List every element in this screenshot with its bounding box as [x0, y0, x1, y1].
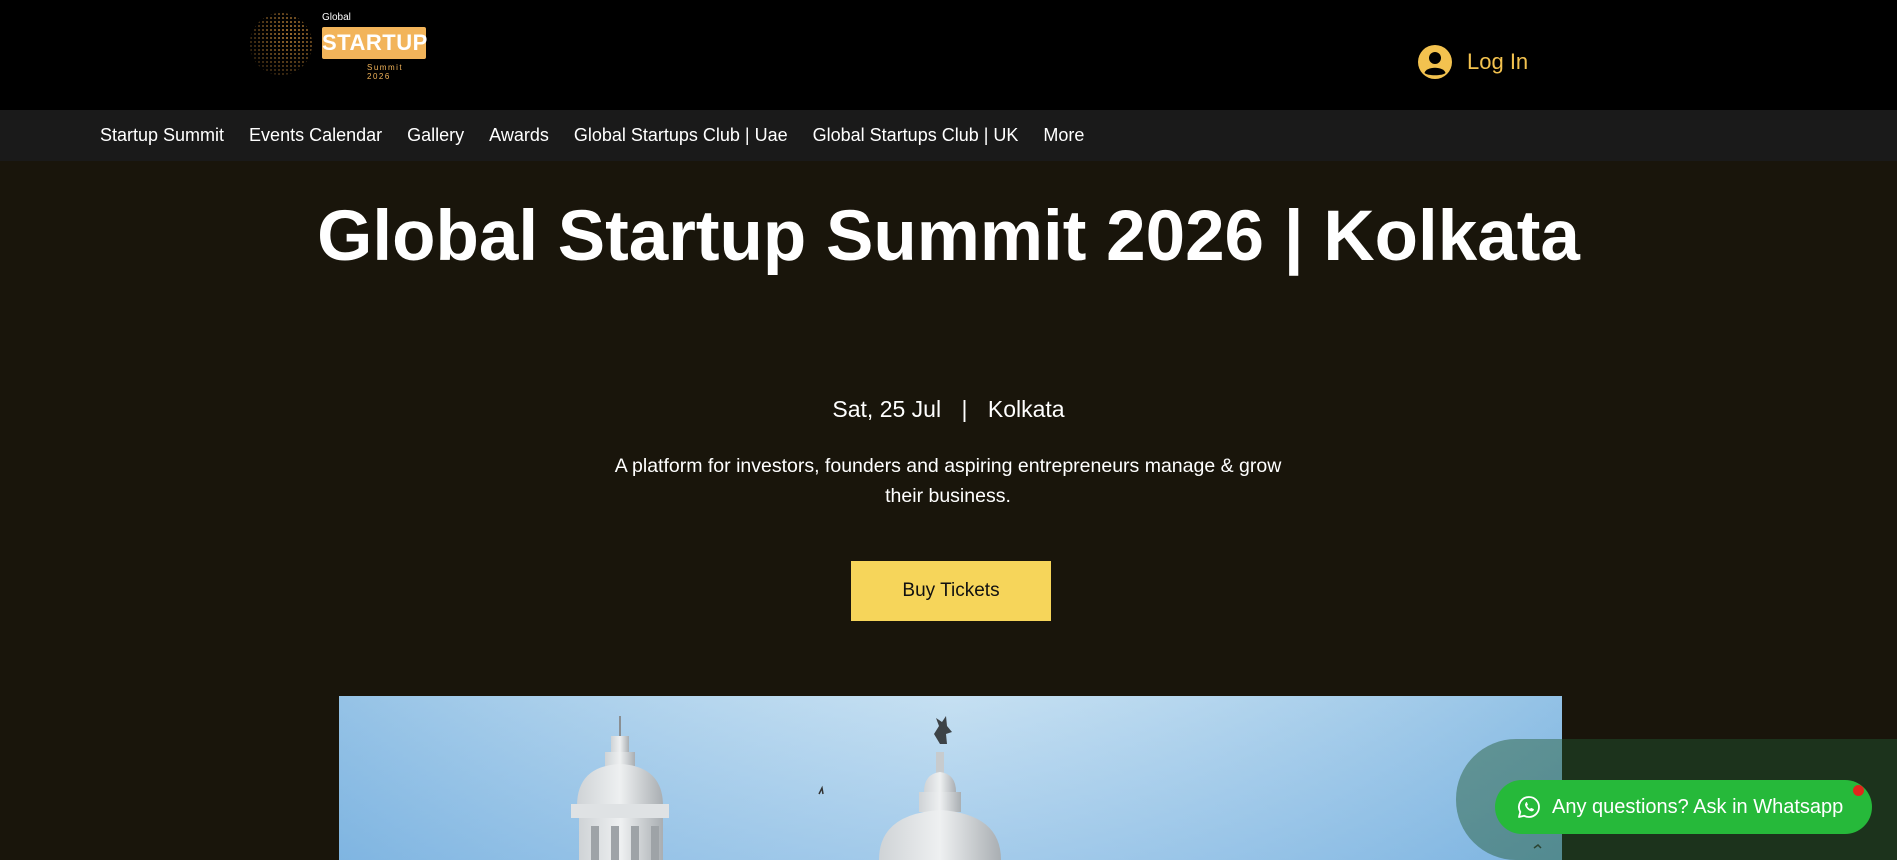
- site-header: Global STARTUP Summit 2026 Log In: [0, 0, 1897, 110]
- event-date: Sat, 25 Jul: [832, 396, 942, 422]
- nav-list: Startup Summit Events Calendar Gallery A…: [100, 110, 1109, 161]
- logo-wordmark: STARTUP: [322, 27, 427, 59]
- site-logo[interactable]: Global STARTUP Summit 2026: [249, 9, 429, 81]
- whatsapp-icon: [1518, 796, 1540, 818]
- nav-item-events-calendar[interactable]: Events Calendar: [249, 125, 382, 146]
- globe-dots-icon: [250, 13, 312, 75]
- notification-dot: [1853, 785, 1864, 796]
- whatsapp-chat-button[interactable]: Any questions? Ask in Whatsapp: [1495, 780, 1872, 834]
- nav-item-more[interactable]: More: [1043, 125, 1084, 146]
- event-meta: Sat, 25 Jul | Kolkata: [0, 396, 1897, 423]
- user-avatar-icon: [1418, 45, 1452, 79]
- buy-tickets-button[interactable]: Buy Tickets: [851, 561, 1051, 621]
- login-label: Log In: [1467, 49, 1529, 74]
- nav-item-startup-summit[interactable]: Startup Summit: [100, 125, 224, 146]
- nav-item-startups-club-uae[interactable]: Global Startups Club | Uae: [574, 125, 788, 146]
- page-title: Global Startup Summit 2026 | Kolkata: [317, 197, 1580, 276]
- nav-item-awards[interactable]: Awards: [489, 125, 549, 146]
- event-description: A platform for investors, founders and a…: [614, 455, 1282, 507]
- nav-item-gallery[interactable]: Gallery: [407, 125, 464, 146]
- main-nav: Startup Summit Events Calendar Gallery A…: [0, 110, 1897, 161]
- login-button[interactable]: Log In: [1418, 44, 1528, 80]
- logo-subtitle: Summit 2026: [367, 63, 404, 81]
- whatsapp-label: Any questions? Ask in Whatsapp: [1552, 795, 1844, 818]
- venue-image: [339, 696, 1562, 860]
- nav-item-startups-club-uk[interactable]: Global Startups Club | UK: [813, 125, 1019, 146]
- logo-small-text: Global: [322, 12, 351, 23]
- event-location: Kolkata: [987, 396, 1065, 422]
- meta-separator: |: [961, 396, 968, 422]
